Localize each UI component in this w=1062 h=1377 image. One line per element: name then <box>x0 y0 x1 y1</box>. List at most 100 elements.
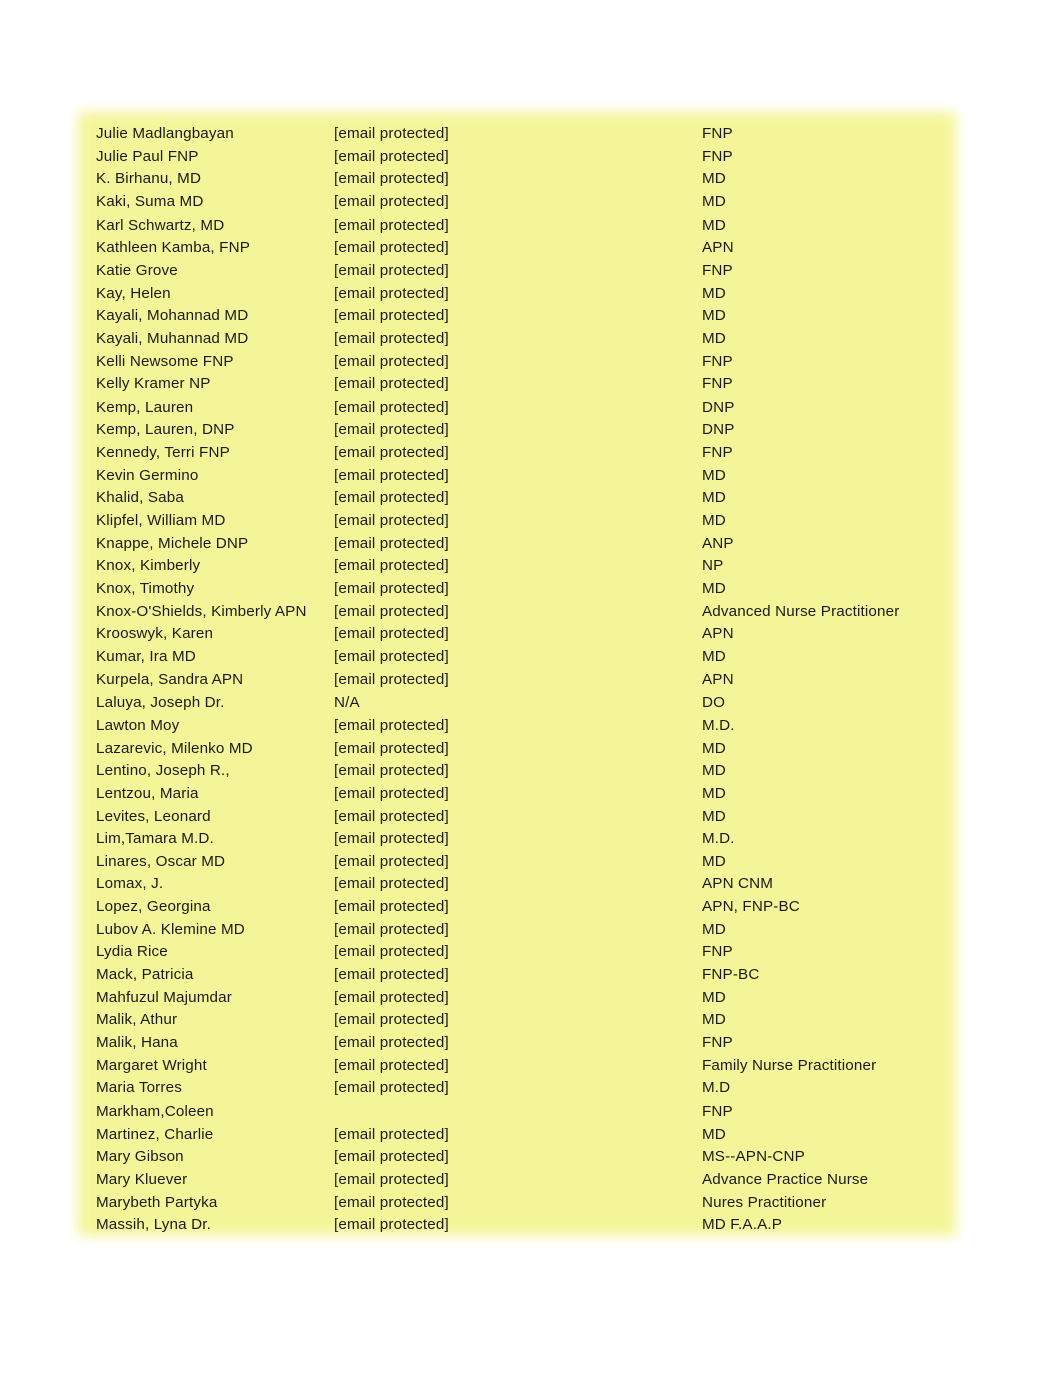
provider-credential-cell: MD <box>702 1125 726 1143</box>
provider-email-cell: [email protected] <box>334 147 449 165</box>
provider-email-cell: [email protected] <box>334 875 449 893</box>
table-row: Kayali, Muhannad MD [email protected] MD <box>96 328 956 351</box>
provider-credential-cell: MD <box>702 284 726 302</box>
provider-email-cell: [email protected] <box>334 1011 449 1029</box>
provider-credential-cell: M.D. <box>702 716 735 734</box>
provider-name-cell: Lentino, Joseph R., <box>96 762 230 780</box>
table-row: Kennedy, Terri FNP [email protected] FNP <box>96 442 956 465</box>
table-row: Kayali, Mohannad MD [email protected] MD <box>96 305 956 328</box>
provider-email-cell: [email protected] <box>334 807 449 825</box>
provider-name-cell: Kaki, Suma MD <box>96 192 204 210</box>
provider-name-cell: Lazarevic, Milenko MD <box>96 739 253 757</box>
provider-email-cell: [email protected] <box>334 216 449 234</box>
table-row: Margaret Wright [email protected] Family N… <box>96 1055 956 1078</box>
provider-email-cell: [email protected] <box>334 784 449 802</box>
provider-credential-cell: FNP <box>702 1103 733 1121</box>
provider-name-cell: Mary Gibson <box>96 1148 184 1166</box>
table-row: Linares, Oscar MD [email protected] MD <box>96 851 956 874</box>
provider-email-cell: [email protected] <box>334 830 449 848</box>
table-row: Lubov A. Klemine MD [email protected] MD <box>96 919 956 942</box>
provider-name-cell: Lim,Tamara M.D. <box>96 830 214 848</box>
provider-name-cell: Julie Madlangbayan <box>96 125 234 142</box>
provider-email-cell: [email protected] <box>334 125 449 142</box>
provider-email-cell: [email protected] <box>334 534 449 552</box>
provider-name-cell: Knox, Timothy <box>96 580 195 597</box>
provider-name-cell: Mary Kluever <box>96 1170 188 1188</box>
provider-name-cell: Marybeth Partyka <box>96 1193 218 1211</box>
provider-name-cell: Lomax, J. <box>96 875 164 893</box>
contact-directory-table: Julie Madlangbayan [email protected] FNP Ju… <box>96 123 956 1237</box>
provider-name-cell: Knox-O'Shields, Kimberly APN <box>96 602 307 620</box>
provider-credential-cell: FNP <box>702 444 733 462</box>
table-row: Laluya, Joseph Dr. N/A DO <box>96 691 956 715</box>
provider-credential-cell: FNP <box>702 352 733 370</box>
provider-credential-cell: MD <box>702 739 726 757</box>
provider-email-cell: [email protected] <box>334 512 449 530</box>
provider-email-cell: [email protected] <box>334 625 449 643</box>
provider-name-cell: Julie Paul FNP <box>96 147 199 165</box>
provider-credential-cell: MD <box>702 807 726 825</box>
provider-name-cell: Malik, Athur <box>96 1011 178 1029</box>
table-row: Knappe, Michele DNP [email protected] ANP <box>96 533 956 556</box>
provider-name-cell: Kathleen Kamba, FNP <box>96 239 250 257</box>
provider-name-cell: Lubov A. Klemine MD <box>96 920 245 938</box>
table-row: Kathleen Kamba, FNP [email protected] APN <box>96 237 956 260</box>
table-row: Julie Madlangbayan [email protected] FNP <box>96 123 956 146</box>
provider-email-cell: [email protected] <box>334 647 449 665</box>
table-row: Kaki, Suma MD [email protected] MD <box>96 191 956 214</box>
provider-credential-cell: MD <box>702 307 726 325</box>
provider-credential-cell: MD <box>702 512 726 530</box>
provider-credential-cell: MD <box>702 489 726 507</box>
provider-credential-cell: M.D. <box>702 830 735 848</box>
provider-credential-cell: MD <box>702 784 726 802</box>
provider-email-cell: [email protected] <box>334 170 449 188</box>
provider-credential-cell: Family Nurse Practitioner <box>702 1056 877 1074</box>
provider-credential-cell: APN <box>702 625 734 643</box>
provider-credential-cell: FNP <box>702 375 733 393</box>
table-row: K. Birhanu, MD [email protected] MD <box>96 168 956 191</box>
provider-credential-cell: DNP <box>702 421 735 439</box>
table-row: Katie Grove [email protected] FNP <box>96 260 956 283</box>
provider-email-cell: [email protected] <box>334 1079 449 1097</box>
provider-name-cell: Malik, Hana <box>96 1034 178 1052</box>
provider-name-cell: Levites, Leonard <box>96 807 211 825</box>
provider-email-cell: [email protected] <box>334 988 449 1006</box>
provider-name-cell: Kennedy, Terri FNP <box>96 444 230 462</box>
table-row: Kelly Kramer NP [email protected] FNP <box>96 373 956 396</box>
table-row: Malik, Athur [email protected] MD <box>96 1009 956 1032</box>
table-row: Lazarevic, Milenko MD [email protected] MD <box>96 738 956 761</box>
provider-name-cell: Knox, Kimberly <box>96 557 201 575</box>
table-row: Marybeth Partyka [email protected] Nures P… <box>96 1192 956 1215</box>
table-row: Kemp, Lauren [email protected] DNP <box>96 396 956 420</box>
provider-credential-cell: MD <box>702 647 726 665</box>
provider-email-cell: [email protected] <box>334 557 449 575</box>
table-row: Kay, Helen [email protected] MD <box>96 283 956 306</box>
provider-name-cell: Kemp, Lauren <box>96 398 194 416</box>
provider-name-cell: Mack, Patricia <box>96 966 194 984</box>
provider-name-cell: Laluya, Joseph Dr. <box>96 694 225 712</box>
provider-credential-cell: MD F.A.A.P <box>702 1216 782 1234</box>
provider-name-cell: Lydia Rice <box>96 943 168 961</box>
provider-email-cell: [email protected] <box>334 352 449 370</box>
provider-email-cell: [email protected] <box>334 716 449 734</box>
provider-name-cell: Karl Schwartz, MD <box>96 216 225 234</box>
provider-email-cell: [email protected] <box>334 966 449 984</box>
provider-email-cell: [email protected] <box>334 1056 449 1074</box>
provider-name-cell: Kayali, Muhannad MD <box>96 329 249 347</box>
table-row: Maria Torres [email protected] M.D <box>96 1077 956 1100</box>
provider-credential-cell: MD <box>702 192 726 210</box>
provider-email-cell: [email protected] <box>334 852 449 870</box>
table-row: Knox, Kimberly [email protected] NP <box>96 555 956 578</box>
provider-credential-cell: Advance Practice Nurse <box>702 1170 869 1188</box>
provider-email-cell: N/A <box>334 694 360 712</box>
provider-email-cell: [email protected] <box>334 739 449 757</box>
provider-credential-cell: FNP <box>702 147 733 165</box>
provider-credential-cell: MD <box>702 988 726 1006</box>
provider-name-cell: Lawton Moy <box>96 716 180 734</box>
provider-credential-cell: DO <box>702 694 726 712</box>
table-row: Massih, Lyna Dr. [email protected] MD F.A.… <box>96 1214 956 1237</box>
provider-credential-cell: APN CNM <box>702 875 774 893</box>
provider-credential-cell: MD <box>702 580 726 597</box>
provider-name-cell: Kurpela, Sandra APN <box>96 670 244 688</box>
provider-credential-cell: NP <box>702 557 724 575</box>
